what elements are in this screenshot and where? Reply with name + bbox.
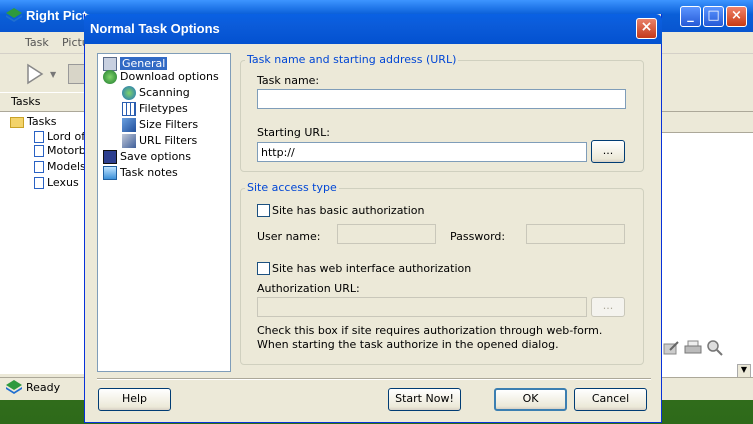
- task-file-icon: [34, 131, 44, 143]
- status-logo-icon: [6, 380, 22, 394]
- dialog-title: Normal Task Options: [90, 21, 220, 36]
- task-file-icon: [34, 145, 44, 157]
- nav-item-label: Download options: [120, 70, 219, 83]
- tree-item-label: Lord of: [47, 130, 86, 143]
- tree-item-label: Motorb: [47, 144, 86, 157]
- nav-item-label: General: [120, 57, 168, 70]
- task-name-input[interactable]: [257, 89, 626, 109]
- tree-item-label: Models: [47, 160, 86, 173]
- tree-item[interactable]: Models: [0, 160, 86, 176]
- floppy-icon: [103, 150, 117, 164]
- tree-item-label: Lexus: [47, 176, 79, 189]
- grid-icon: [122, 102, 136, 116]
- nav-item-size-filters[interactable]: Size Filters: [98, 118, 230, 134]
- wrench-icon: [103, 57, 117, 71]
- tasks-panel-header: Tasks: [0, 92, 85, 112]
- nav-item-label: Task notes: [120, 166, 178, 179]
- nav-item-label: URL Filters: [139, 134, 198, 147]
- url-browse-button[interactable]: ...: [591, 140, 625, 163]
- right-panel-header: [660, 92, 753, 112]
- app-logo-icon: [6, 8, 22, 22]
- auth-url-input: [257, 297, 587, 317]
- username-input: [337, 224, 436, 244]
- task-file-icon: [34, 161, 44, 173]
- notes-icon: [103, 166, 117, 180]
- globe-download-icon: [103, 70, 117, 84]
- play-icon[interactable]: [22, 62, 46, 86]
- dialog-separator: [97, 378, 651, 380]
- app-close-button[interactable]: ×: [726, 6, 747, 27]
- maximize-button[interactable]: □: [703, 6, 724, 27]
- nav-item-scanning[interactable]: Scanning: [98, 86, 230, 102]
- dialog-close-button[interactable]: ×: [636, 18, 657, 39]
- task-name-group-title: Task name and starting address (URL): [245, 53, 459, 66]
- tree-item-label: Tasks: [27, 115, 57, 128]
- cancel-button[interactable]: Cancel: [574, 388, 647, 411]
- ok-button[interactable]: OK: [494, 388, 567, 411]
- task-name-label: Task name:: [257, 74, 320, 87]
- password-label: Password:: [450, 230, 506, 243]
- starting-url-label: Starting URL:: [257, 126, 330, 139]
- nav-item-label: Filetypes: [139, 102, 188, 115]
- password-input: [526, 224, 625, 244]
- globe-scan-icon: [122, 86, 136, 100]
- site-access-group-title: Site access type: [245, 181, 339, 194]
- web-auth-help-text: Check this box if site requires authoriz…: [257, 324, 603, 351]
- status-text: Ready: [26, 381, 61, 394]
- basic-auth-checkbox[interactable]: [257, 204, 270, 217]
- task-tree: Tasks Lord of Motorb Models Lexus: [0, 112, 86, 374]
- username-label: User name:: [257, 230, 321, 243]
- nav-item-download-options[interactable]: Download options: [98, 70, 230, 86]
- folder-icon: [10, 116, 24, 128]
- basic-auth-label[interactable]: Site has basic authorization: [272, 204, 425, 217]
- nav-item-save-options[interactable]: Save options: [98, 150, 230, 166]
- web-auth-label[interactable]: Site has web interface authorization: [272, 262, 471, 275]
- edit-icon[interactable]: [662, 340, 680, 356]
- print-icon[interactable]: [684, 340, 702, 356]
- url-filter-icon: [122, 134, 136, 148]
- tree-item[interactable]: Lexus: [0, 176, 85, 192]
- nav-item-general[interactable]: General: [98, 54, 230, 71]
- nav-item-label: Size Filters: [139, 118, 199, 131]
- tree-root[interactable]: Tasks: [0, 112, 85, 128]
- nav-item-label: Save options: [120, 150, 192, 163]
- nav-item-label: Scanning: [139, 86, 190, 99]
- tree-item[interactable]: Motorb: [0, 144, 86, 160]
- nav-item-filetypes[interactable]: Filetypes: [98, 102, 230, 118]
- scroll-down-icon[interactable]: ▼: [737, 364, 751, 378]
- auth-url-browse-button: ...: [591, 297, 625, 317]
- nav-item-task-notes[interactable]: Task notes: [98, 166, 230, 182]
- web-auth-checkbox[interactable]: [257, 262, 270, 275]
- starting-url-input[interactable]: http://: [257, 142, 587, 162]
- app-title: Right Pict: [26, 8, 87, 23]
- start-now-button[interactable]: Start Now!: [388, 388, 461, 411]
- play-dropdown-icon[interactable]: ▼: [50, 70, 56, 79]
- size-filter-icon: [122, 118, 136, 132]
- menu-task[interactable]: Task: [25, 36, 49, 49]
- options-nav-tree: General Download options Scanning Filety…: [97, 53, 231, 372]
- tree-item[interactable]: Lord of: [0, 128, 85, 144]
- search-icon[interactable]: [706, 340, 724, 356]
- minimize-button[interactable]: _: [680, 6, 701, 27]
- right-panel-column-header: [660, 115, 753, 133]
- nav-item-url-filters[interactable]: URL Filters: [98, 134, 230, 150]
- auth-url-label: Authorization URL:: [257, 282, 360, 295]
- help-button[interactable]: Help: [98, 388, 171, 411]
- task-file-icon: [34, 177, 44, 189]
